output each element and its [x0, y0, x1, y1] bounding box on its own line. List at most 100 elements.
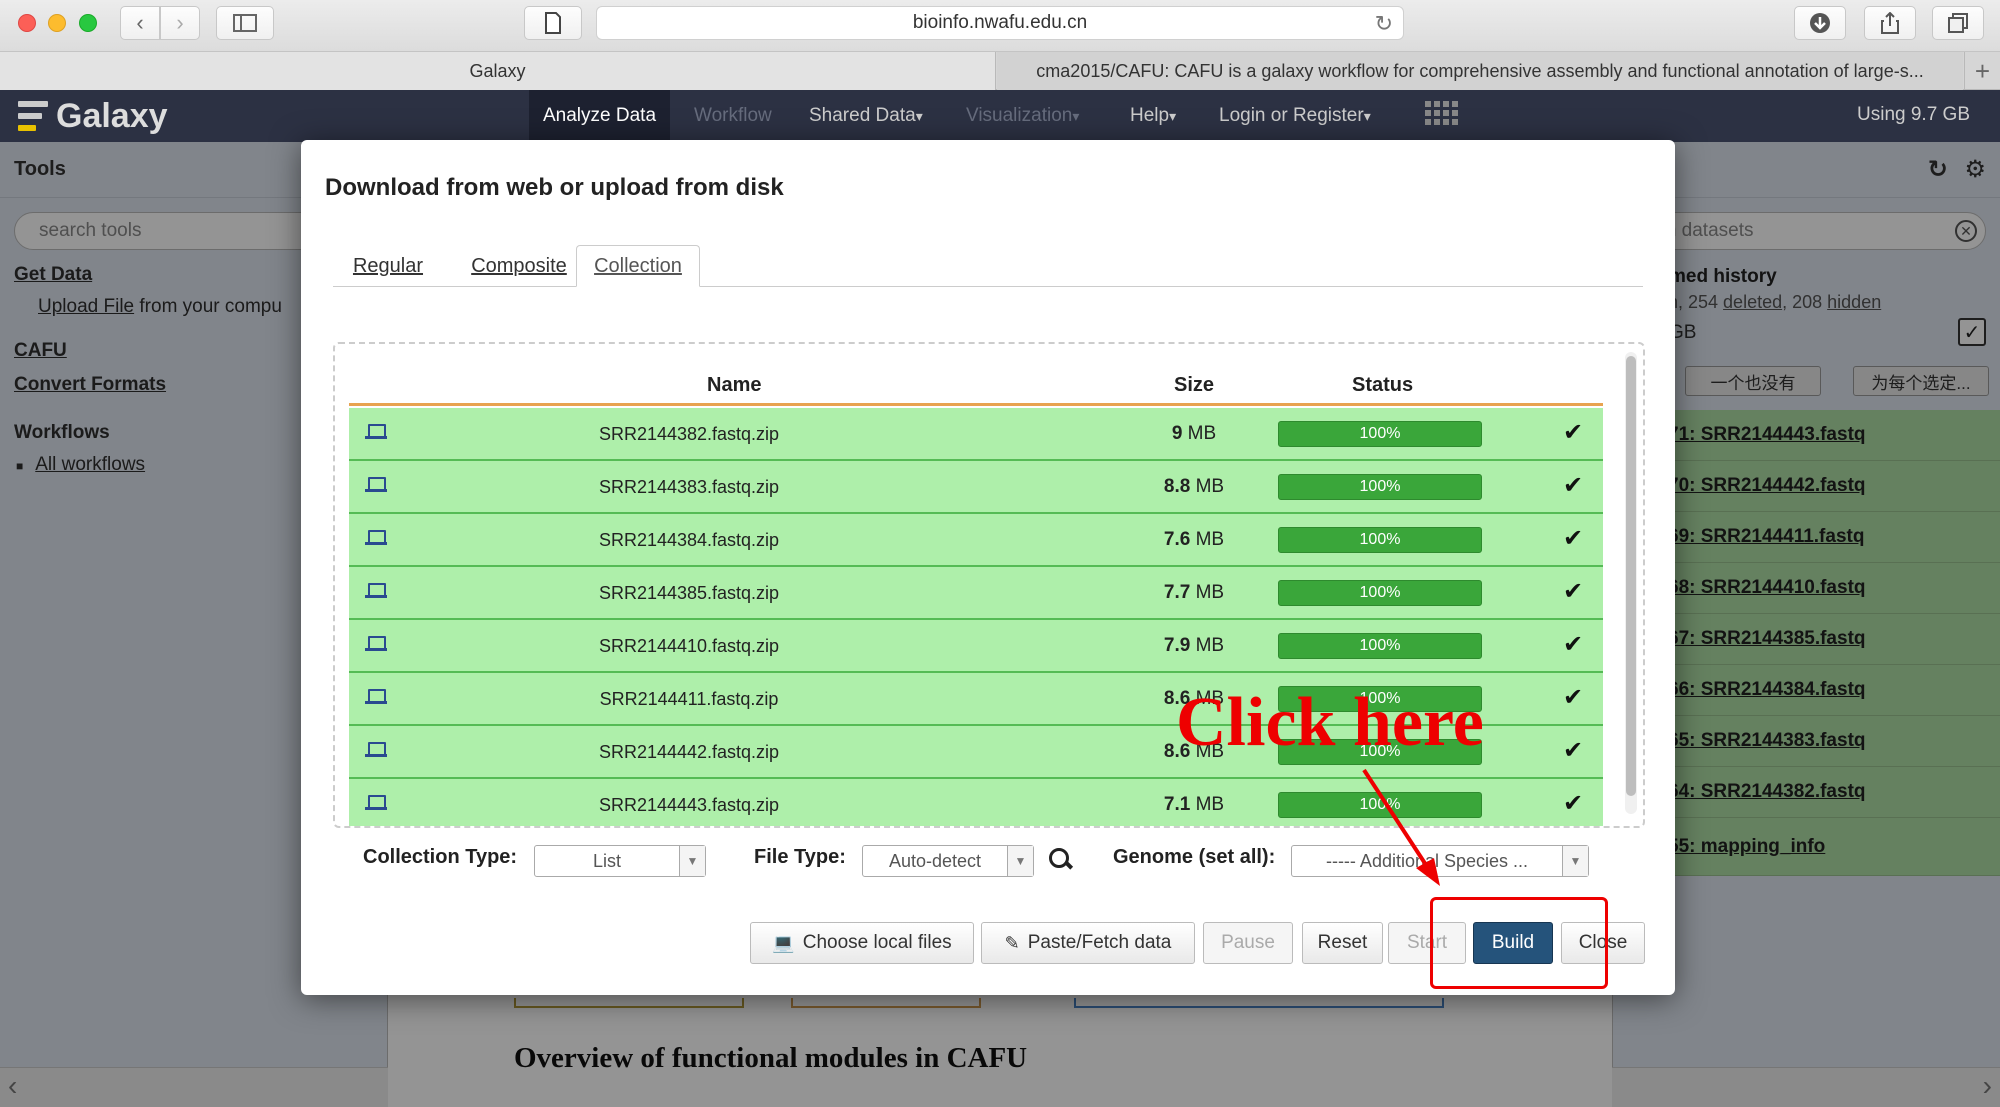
quota-meter[interactable]: Using 9.7 GB	[1857, 104, 1970, 126]
reader-button[interactable]	[524, 6, 582, 40]
column-size: Size	[1174, 374, 1215, 396]
maximize-window-button[interactable]	[79, 14, 97, 32]
back-button[interactable]: ‹	[120, 6, 160, 40]
button-label: Paste/Fetch data	[1027, 932, 1172, 953]
close-window-button[interactable]	[18, 14, 36, 32]
galaxy-masthead: Galaxy Analyze Data Workflow Shared Data…	[0, 90, 2000, 142]
reset-button[interactable]: Reset	[1302, 922, 1383, 964]
size-unit: MB	[1195, 794, 1225, 815]
pause-button[interactable]: Pause	[1203, 922, 1293, 964]
url-text: bioinfo.nwafu.edu.cn	[912, 12, 1088, 33]
size-unit: MB	[1195, 582, 1225, 603]
column-status: Status	[1352, 374, 1414, 396]
tabs-icon	[1948, 13, 1968, 33]
button-label: Pause	[1221, 932, 1275, 953]
file-size: 7.6 MB	[1139, 529, 1249, 551]
annotation-click-here: Click here	[1176, 684, 1484, 761]
minimize-window-button[interactable]	[48, 14, 66, 32]
select-value: List	[592, 850, 621, 871]
brand-text: Galaxy	[56, 96, 168, 135]
file-name: SRR2144382.fastq.zip	[598, 424, 780, 444]
sidebar-toggle-button[interactable]	[216, 6, 274, 40]
nav-label: Visualization	[966, 105, 1073, 126]
file-name: SRR2144383.fastq.zip	[598, 477, 780, 497]
progress-bar: 100%	[1278, 633, 1482, 659]
reload-icon[interactable]: ↻	[1375, 11, 1393, 37]
file-name: SRR2144385.fastq.zip	[598, 583, 780, 603]
file-size: 8.8 MB	[1139, 476, 1249, 498]
file-size: 7.7 MB	[1139, 582, 1249, 604]
page-icon	[545, 12, 561, 34]
nav-shared-data[interactable]: Shared Data	[795, 90, 937, 142]
file-list-scrollbar[interactable]	[1625, 352, 1637, 814]
nav-visualization[interactable]: Visualization	[952, 90, 1093, 142]
check-icon: ✔	[1563, 419, 1584, 446]
nav-analyze-data[interactable]: Analyze Data	[529, 90, 671, 142]
search-icon[interactable]	[1047, 845, 1073, 875]
file-table-header: Name Size Status	[349, 362, 1603, 406]
file-type-select[interactable]: Auto-detect ▼	[862, 845, 1034, 877]
share-button[interactable]	[1864, 6, 1916, 40]
file-row: SRR2144384.fastq.zip 7.6 MB 100% ✔	[349, 514, 1603, 567]
chevron-down-icon: ▼	[679, 846, 705, 876]
nav-login-register[interactable]: Login or Register	[1205, 90, 1385, 142]
sidebar-icon	[233, 14, 257, 32]
nav-help[interactable]: Help	[1116, 90, 1190, 142]
scrollbar-thumb[interactable]	[1626, 356, 1636, 796]
tabs-overview-button[interactable]	[1932, 6, 1984, 40]
upload-tabs: Regular Composite Collection	[333, 245, 1643, 287]
check-icon: ✔	[1563, 578, 1584, 605]
tab-composite[interactable]: Composite	[449, 245, 589, 287]
file-name: SRR2144410.fastq.zip	[598, 636, 780, 656]
nav-label: Workflow	[694, 105, 772, 126]
genome-select[interactable]: ----- Additional Species ... ▼	[1291, 845, 1589, 877]
address-bar[interactable]: bioinfo.nwafu.edu.cn ↻	[596, 6, 1404, 40]
file-size: 7.9 MB	[1139, 635, 1249, 657]
downloads-button[interactable]	[1794, 6, 1846, 40]
progress-bar: 100%	[1278, 792, 1482, 818]
genome-label: Genome (set all):	[1113, 846, 1276, 868]
annotation-highlight-box	[1430, 897, 1608, 989]
nav-workflow[interactable]: Workflow	[680, 90, 786, 142]
chevron-left-icon: ‹	[136, 10, 144, 35]
file-type-label: File Type:	[754, 846, 846, 868]
file-row: SRR2144443.fastq.zip 7.1 MB 100% ✔	[349, 779, 1603, 826]
chevron-down-icon: ▼	[1007, 846, 1033, 876]
tab-galaxy[interactable]: Galaxy	[0, 52, 996, 90]
size-unit: MB	[1195, 476, 1225, 497]
forward-button[interactable]: ›	[160, 6, 200, 40]
laptop-icon	[365, 634, 387, 652]
button-label: Choose local files	[802, 932, 952, 953]
nav-label: Login or Register	[1219, 105, 1364, 126]
edit-icon: ✎	[1004, 932, 1020, 953]
check-icon: ✔	[1563, 684, 1584, 711]
size-unit: MB	[1187, 423, 1217, 444]
tab-regular[interactable]: Regular	[333, 245, 443, 287]
tab-label: Composite	[471, 254, 567, 277]
collection-type-select[interactable]: List ▼	[534, 845, 706, 877]
collection-type-label: Collection Type:	[363, 846, 518, 868]
file-row: SRR2144385.fastq.zip 7.7 MB 100% ✔	[349, 567, 1603, 620]
file-rows: SRR2144382.fastq.zip 9 MB 100% ✔ SRR2144383.…	[349, 408, 1603, 826]
progress-bar: 100%	[1278, 474, 1482, 500]
laptop-icon	[365, 581, 387, 599]
file-row: SRR2144382.fastq.zip 9 MB 100% ✔	[349, 408, 1603, 461]
apps-grid-icon[interactable]	[1425, 101, 1458, 129]
tab-github[interactable]: cma2015/CAFU: CAFU is a galaxy workflow …	[997, 52, 1963, 90]
check-icon: ✔	[1563, 472, 1584, 499]
size-value: 7.6	[1163, 529, 1191, 550]
progress-bar: 100%	[1278, 580, 1482, 606]
nav-label: Shared Data	[809, 105, 916, 126]
new-tab-button[interactable]: +	[1964, 52, 2000, 90]
paste-fetch-button[interactable]: ✎ Paste/Fetch data	[981, 922, 1195, 964]
size-value: 7.9	[1163, 635, 1191, 656]
choose-local-files-button[interactable]: 💻 Choose local files	[750, 922, 974, 964]
nav-label: Analyze Data	[543, 105, 657, 126]
galaxy-brand[interactable]: Galaxy	[18, 96, 168, 136]
file-name: SRR2144411.fastq.zip	[599, 689, 779, 709]
laptop-icon	[365, 687, 387, 705]
tab-collection[interactable]: Collection	[576, 245, 700, 287]
tab-label: Regular	[352, 254, 424, 277]
size-unit: MB	[1195, 635, 1225, 656]
laptop-icon	[365, 740, 387, 758]
